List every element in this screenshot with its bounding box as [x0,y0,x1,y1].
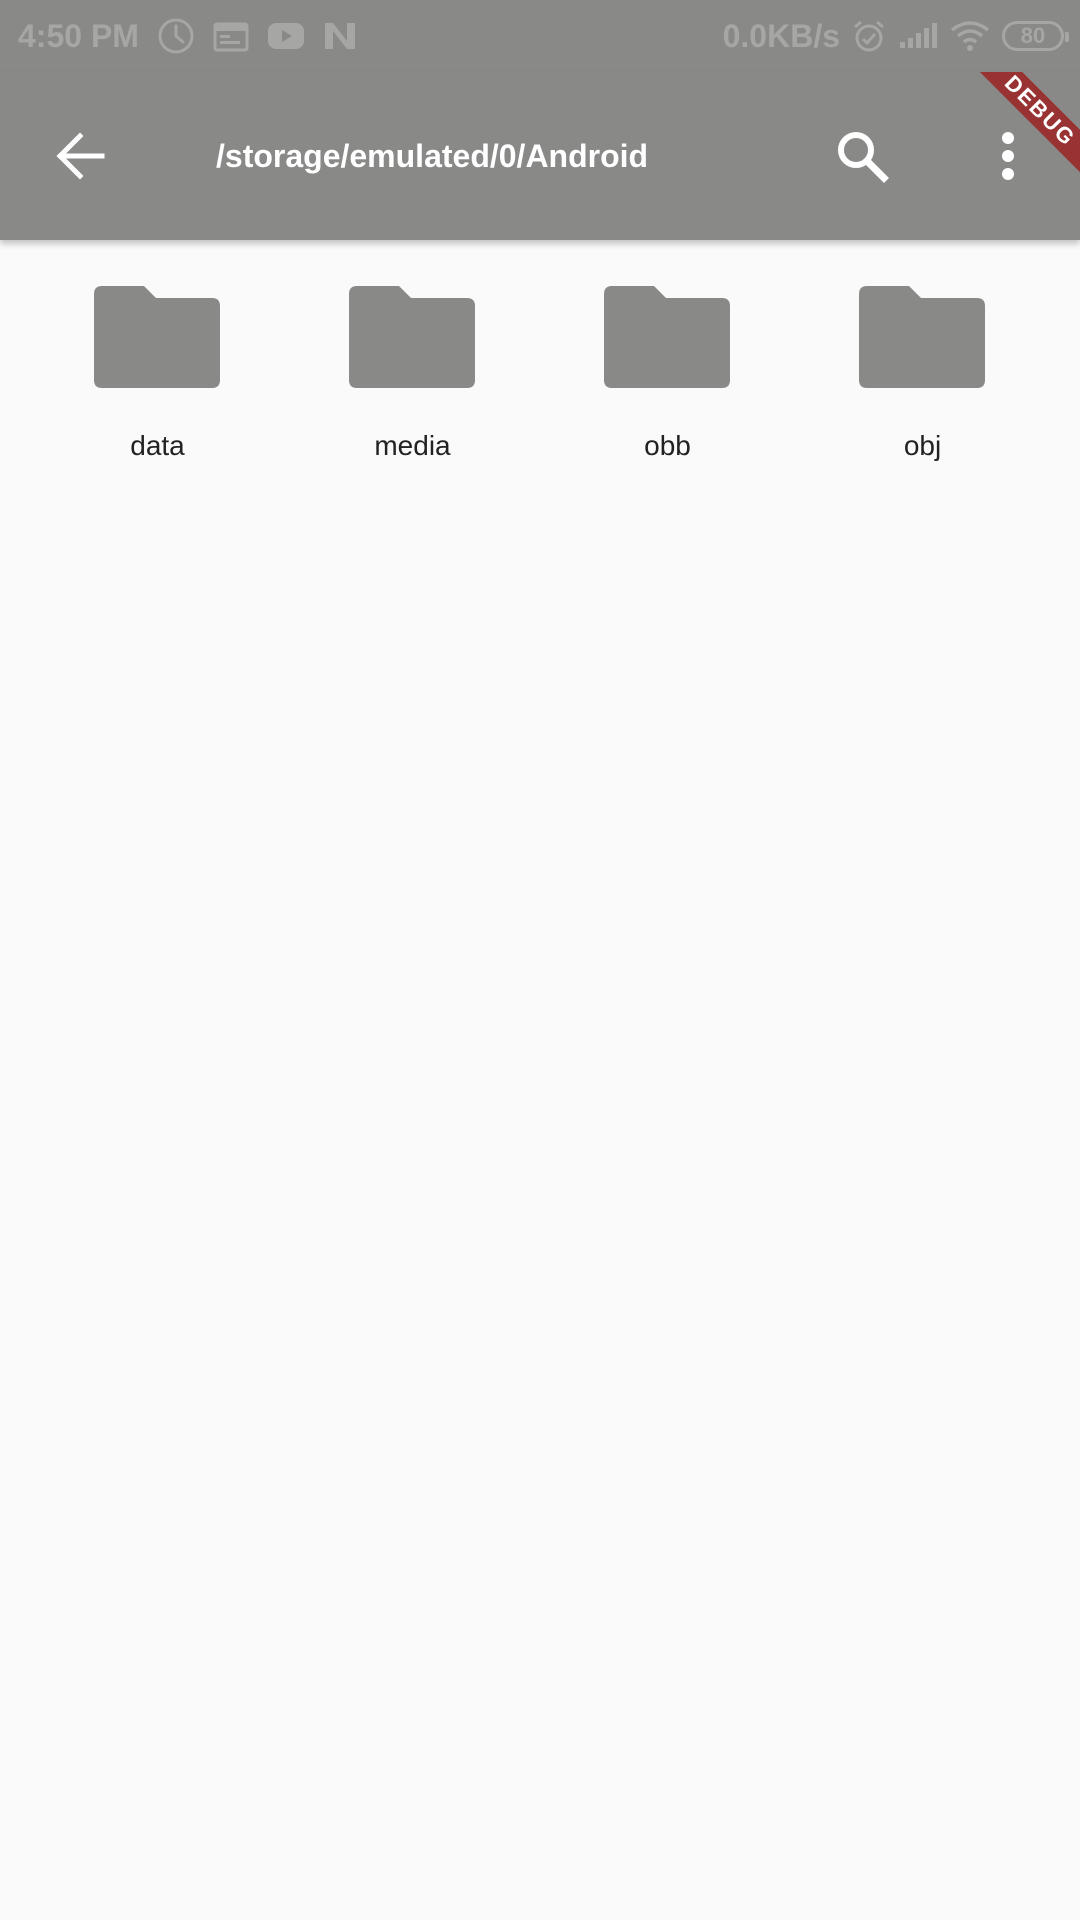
folder-item-obj[interactable]: obj [795,240,1050,480]
back-button[interactable] [40,116,120,196]
folder-label: data [130,430,185,461]
status-bar: 4:50 PM 0.0KB/s 80 [0,0,1080,72]
arrow-back-icon [56,132,105,180]
folder-label: media [374,430,451,461]
alarm-icon [852,19,886,53]
network-speed: 0.0KB/s [722,17,840,54]
folder-icon [604,286,730,388]
youtube-icon [267,22,305,50]
folder-item-obb[interactable]: obb [540,240,795,480]
clock-icon [157,17,195,55]
folder-item-data[interactable]: data [30,240,285,480]
folder-label: obb [644,430,691,461]
battery-level: 80 [1020,23,1046,48]
signal-icon [898,22,938,50]
n-app-icon [323,21,357,51]
folder-icon [859,286,985,388]
folder-grid: data media obb obj [0,240,1080,480]
wifi-icon [950,20,990,52]
page-title: /storage/emulated/0/Android [216,138,649,174]
status-bar-right: 0.0KB/s 80 [722,0,1069,72]
folder-icon [349,286,475,388]
folder-icon [94,286,220,388]
status-bar-left: 4:50 PM [18,0,357,72]
status-time: 4:50 PM [18,17,139,54]
folder-label: obj [903,430,942,461]
search-icon [838,132,889,183]
more-vert-icon [1002,132,1014,180]
app-bar: /storage/emulated/0/Android [0,72,1080,240]
file-browser-screen: 4:50 PM 0.0KB/s 80 /storage/emulated/0/A… [0,0,1080,1920]
battery-icon: 80 [1002,21,1069,51]
more-options-button[interactable] [968,116,1048,196]
folder-item-media[interactable]: media [285,240,540,480]
search-button[interactable] [822,116,902,196]
calendar-icon [213,20,249,52]
